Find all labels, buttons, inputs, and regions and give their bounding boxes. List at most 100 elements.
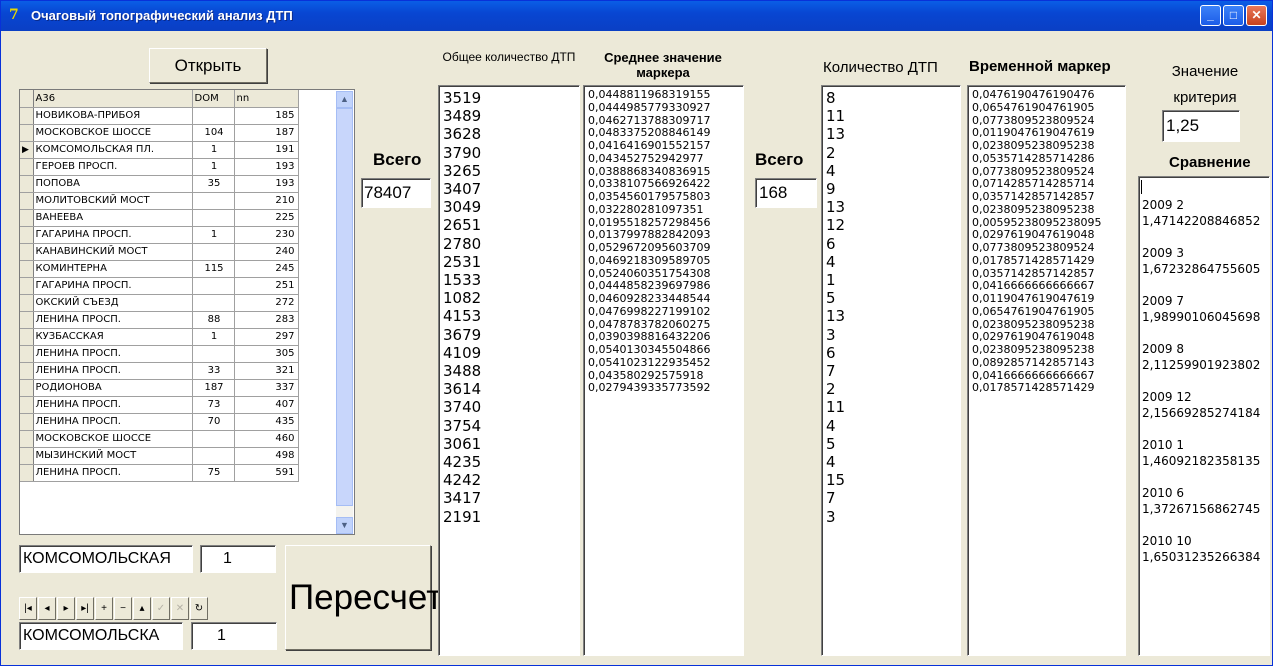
cell-street[interactable]: МОСКОВСКОЕ ШОССЕ [33,430,193,448]
cell-nn[interactable]: 240 [234,243,299,261]
house-field-1[interactable]: 1 [200,545,276,573]
cell-nn[interactable]: 321 [234,362,299,380]
table-row[interactable]: ЛЕНИНА ПРОСП. 75 591 [20,464,299,482]
row-indicator[interactable] [20,311,34,329]
row-indicator[interactable] [20,362,34,380]
cell-nn[interactable]: 498 [234,447,299,465]
cell-nn[interactable]: 305 [234,345,299,363]
table-row[interactable]: ОКСКИЙ СЪЕЗД 272 [20,294,299,312]
grid-scrollbar[interactable]: ▲ ▼ [336,91,353,534]
street-field-1[interactable]: КОМСОМОЛЬСКАЯ [19,545,193,573]
cell-dom[interactable] [192,107,235,125]
nav-refresh-button[interactable]: ↻ [190,597,208,620]
total-value-1[interactable]: 78407 [361,178,431,208]
streets-grid[interactable]: А36 DOM nn НОВИКОВА-ПРИБОЯ 185 МОСКОВСКОЕ ШОС… [19,89,355,535]
row-indicator[interactable] [20,294,34,312]
cell-dom[interactable]: 73 [192,396,235,414]
cell-nn[interactable]: 435 [234,413,299,431]
cell-dom[interactable]: 75 [192,464,235,482]
cell-street[interactable]: НОВИКОВА-ПРИБОЯ [33,107,193,125]
nav-insert-button[interactable]: + [95,597,113,620]
grid-header-nn[interactable]: nn [234,90,299,108]
table-row[interactable]: МЫЗИНСКИЙ МОСТ 498 [20,447,299,465]
row-indicator[interactable] [20,209,34,227]
table-row[interactable]: МОЛИТОВСКИЙ МОСТ 210 [20,192,299,210]
cell-dom[interactable]: 1 [192,328,235,346]
nav-prior-button[interactable]: ◂ [38,597,56,620]
cell-street[interactable]: МЫЗИНСКИЙ МОСТ [33,447,193,465]
cell-dom[interactable]: 33 [192,362,235,380]
cell-dom[interactable] [192,430,235,448]
row-indicator[interactable] [20,243,34,261]
nav-last-button[interactable]: ▸| [76,597,94,620]
cell-dom[interactable]: 1 [192,226,235,244]
nav-edit-button[interactable]: ▴ [133,597,151,620]
row-indicator[interactable] [20,464,34,482]
cell-dom[interactable] [192,447,235,465]
row-indicator[interactable] [20,107,34,125]
grid-header-dom[interactable]: DOM [192,90,235,108]
comparison-memo[interactable]: 2009 2 1,47142208846852 2009 3 1,6723286475… [1138,176,1270,656]
table-row[interactable]: ЛЕНИНА ПРОСП. 73 407 [20,396,299,414]
cell-nn[interactable]: 187 [234,124,299,142]
cell-street[interactable]: ЛЕНИНА ПРОСП. [33,413,193,431]
nav-first-button[interactable]: |◂ [19,597,37,620]
house-field-2[interactable]: 1 [191,622,277,650]
table-row[interactable]: ГАГАРИНА ПРОСП. 251 [20,277,299,295]
nav-cancel-button[interactable]: ✕ [171,597,189,620]
cell-dom[interactable]: 70 [192,413,235,431]
cell-nn[interactable]: 230 [234,226,299,244]
cell-nn[interactable]: 245 [234,260,299,278]
cell-dom[interactable]: 115 [192,260,235,278]
cell-dom[interactable]: 1 [192,141,235,159]
cell-dom[interactable] [192,277,235,295]
cell-dom[interactable] [192,294,235,312]
minimize-button[interactable]: _ [1200,5,1221,26]
scroll-thumb[interactable] [336,108,353,506]
scroll-down-icon[interactable]: ▼ [336,517,353,534]
cell-nn[interactable]: 193 [234,158,299,176]
cell-street[interactable]: РОДИОНОВА [33,379,193,397]
title-bar[interactable]: 7 Очаговый топографический анализ ДТП _ … [1,1,1272,31]
cell-dom[interactable]: 1 [192,158,235,176]
cell-street[interactable]: ГЕРОЕВ ПРОСП. [33,158,193,176]
row-indicator[interactable] [20,158,34,176]
cell-street[interactable]: ЛЕНИНА ПРОСП. [33,464,193,482]
recalculate-button[interactable]: Пересчет [285,545,442,650]
table-row[interactable]: ПОПОВА 35 193 [20,175,299,193]
cell-dom[interactable] [192,345,235,363]
table-row[interactable]: ЛЕНИНА ПРОСП. 70 435 [20,413,299,431]
table-row[interactable]: МОСКОВСКОЕ ШОССЕ 460 [20,430,299,448]
row-indicator[interactable] [20,192,34,210]
table-row[interactable]: ГЕРОЕВ ПРОСП. 1 193 [20,158,299,176]
grid-header-street[interactable]: А36 [33,90,193,108]
criterion-input[interactable]: 1,25 [1162,110,1240,142]
cell-dom[interactable]: 88 [192,311,235,329]
cell-dom[interactable]: 35 [192,175,235,193]
row-indicator[interactable] [20,379,34,397]
cell-nn[interactable]: 193 [234,175,299,193]
row-indicator[interactable] [20,447,34,465]
table-row[interactable]: ЛЕНИНА ПРОСП. 88 283 [20,311,299,329]
row-indicator[interactable] [20,396,34,414]
table-row[interactable]: ЛЕНИНА ПРОСП. 305 [20,345,299,363]
cell-nn[interactable]: 591 [234,464,299,482]
average-marker-memo[interactable]: 0,0448811968319155 0,0444985779330927 0,… [583,85,744,656]
cell-street[interactable]: МОСКОВСКОЕ ШОССЕ [33,124,193,142]
scroll-up-icon[interactable]: ▲ [336,91,353,108]
cell-street[interactable]: ЛЕНИНА ПРОСП. [33,311,193,329]
maximize-button[interactable]: □ [1223,5,1244,26]
cell-nn[interactable]: 460 [234,430,299,448]
cell-dom[interactable]: 187 [192,379,235,397]
table-row[interactable]: КОМИНТЕРНА 115 245 [20,260,299,278]
cell-nn[interactable]: 210 [234,192,299,210]
cell-dom[interactable]: 104 [192,124,235,142]
table-row[interactable]: РОДИОНОВА 187 337 [20,379,299,397]
cell-street[interactable]: ОКСКИЙ СЪЕЗД [33,294,193,312]
cell-nn[interactable]: 407 [234,396,299,414]
cell-street[interactable]: ЛЕНИНА ПРОСП. [33,396,193,414]
cell-street[interactable]: КОМСОМОЛЬСКАЯ ПЛ. [33,141,193,159]
cell-nn[interactable]: 337 [234,379,299,397]
cell-street[interactable]: ВАНЕЕВА [33,209,193,227]
row-indicator[interactable] [20,260,34,278]
